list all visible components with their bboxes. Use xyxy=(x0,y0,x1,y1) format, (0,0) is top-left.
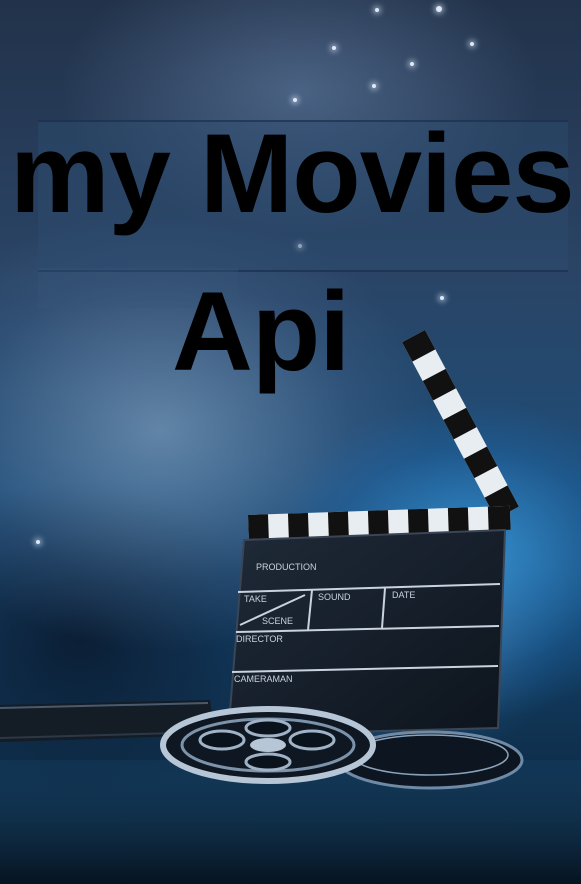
production-label: PRODUCTION xyxy=(256,562,317,572)
title-my-movies: my Movies xyxy=(10,111,575,236)
take-label: TAKE xyxy=(244,594,267,604)
title-api: Api xyxy=(172,269,350,394)
scene-label: SCENE xyxy=(262,616,293,626)
date-label: DATE xyxy=(392,590,415,600)
director-label: DIRECTOR xyxy=(236,634,283,644)
cameraman-label: CAMERAMAN xyxy=(234,674,293,684)
sound-label: SOUND xyxy=(318,592,351,602)
movie-poster: PRODUCTION TAKE SOUND DATE SCENE DIRECTO… xyxy=(0,0,581,884)
